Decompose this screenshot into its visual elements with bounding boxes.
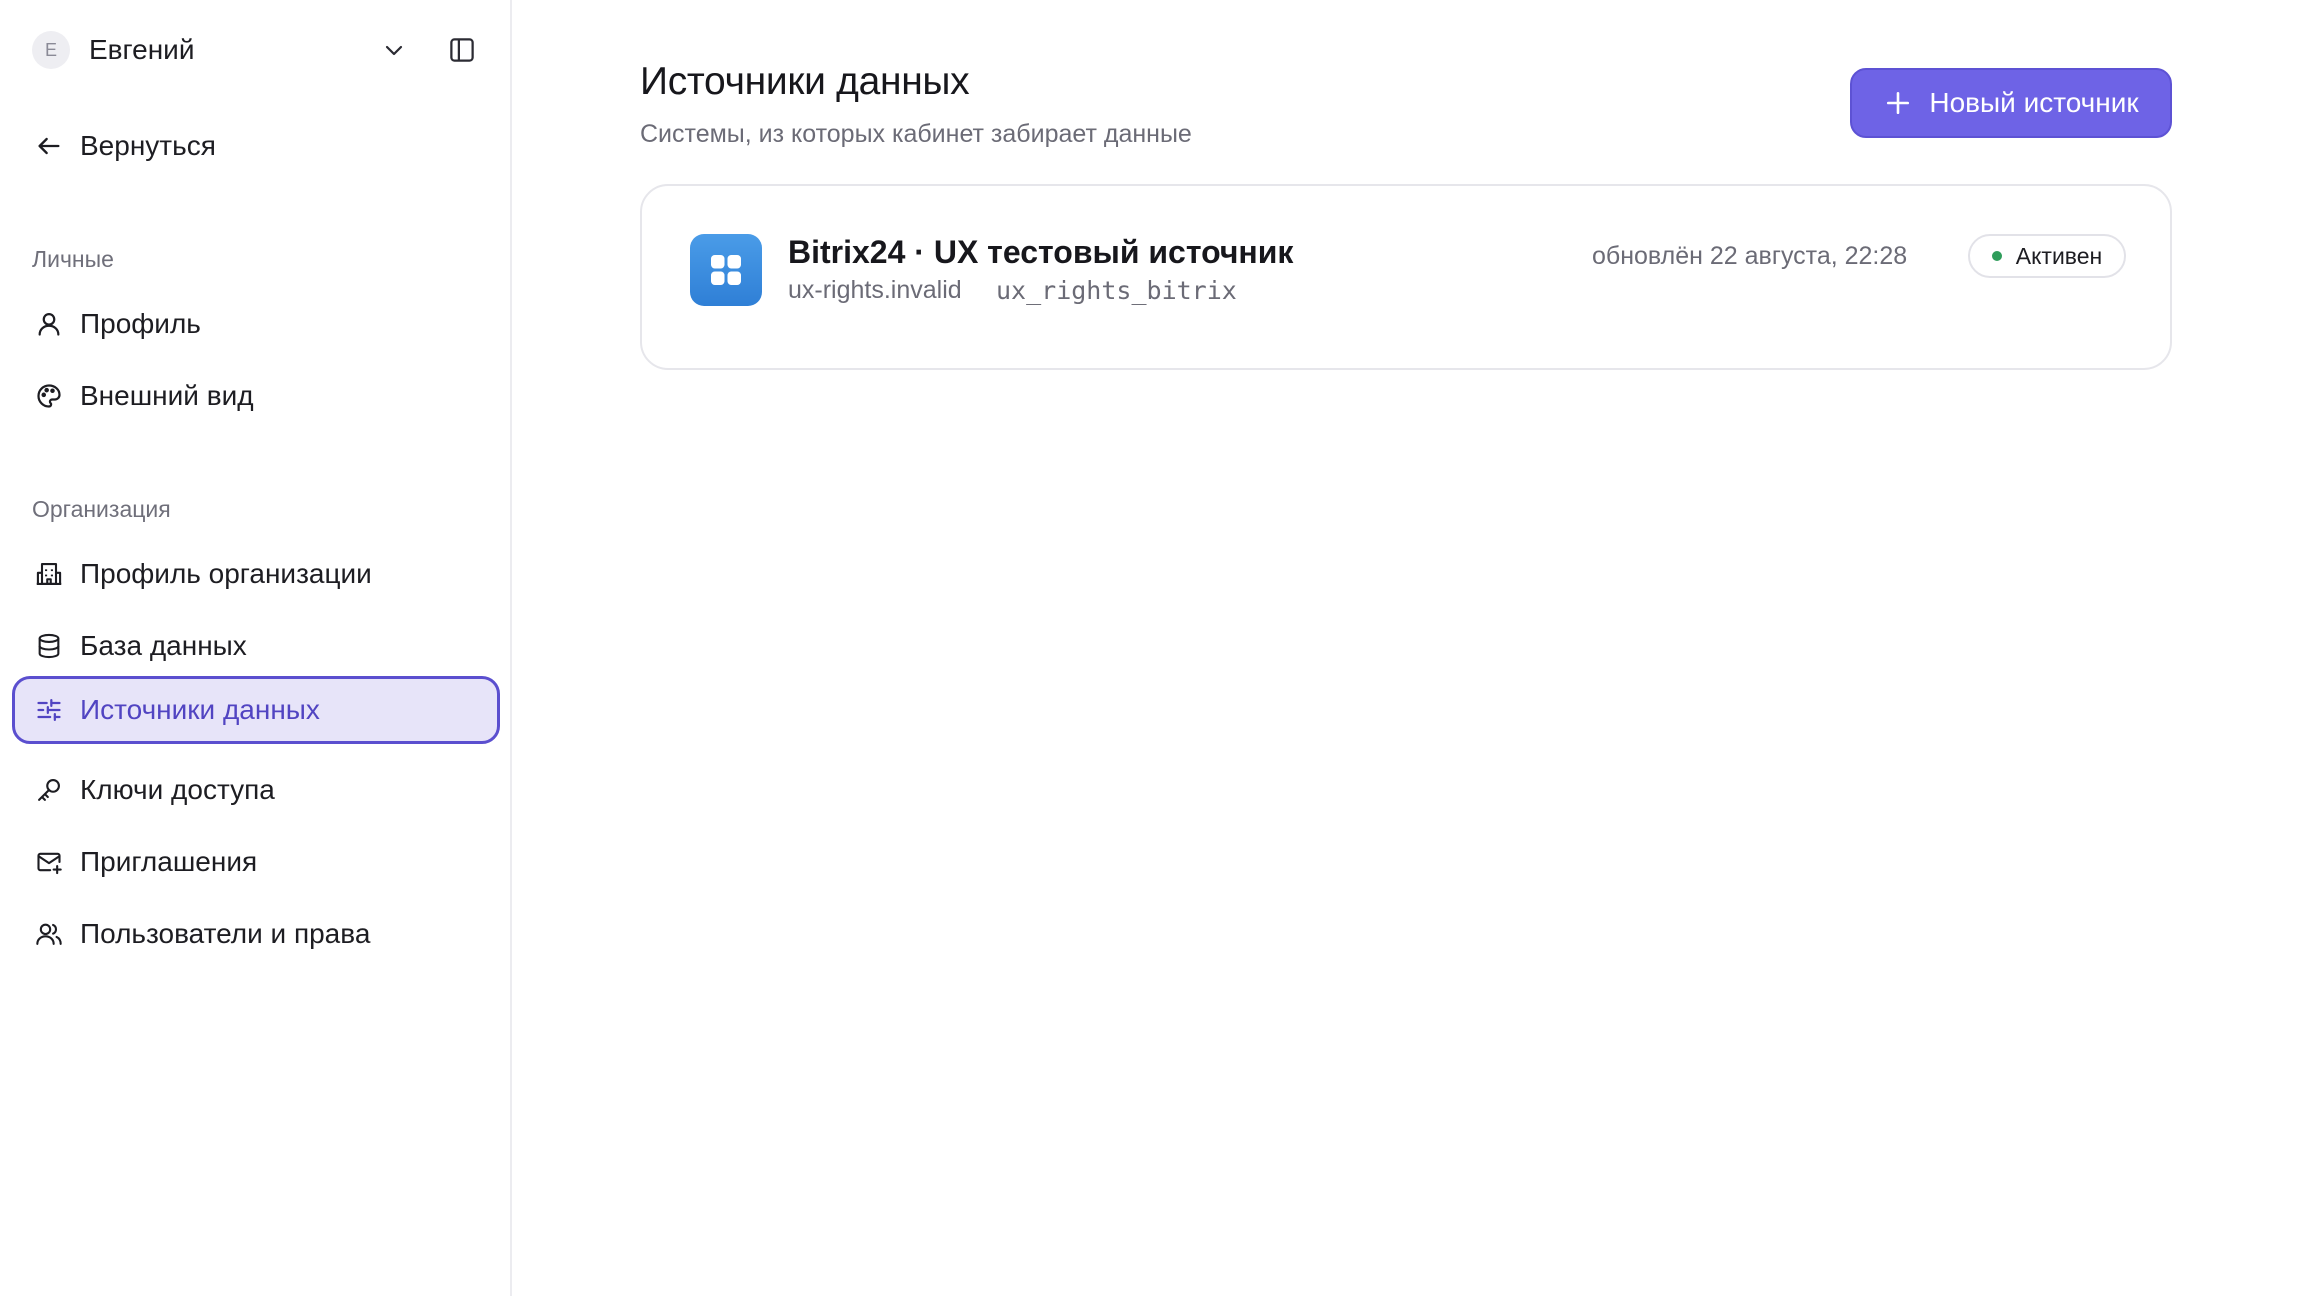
sidebar-item-label: Профиль: [80, 308, 201, 339]
sidebar-toggle-icon[interactable]: [444, 32, 480, 68]
sidebar-item-data-sources[interactable]: Источники данных: [12, 676, 500, 744]
status-label: Активен: [2015, 242, 2103, 269]
source-updated: обновлён 22 августа, 22:28: [1592, 242, 1908, 270]
sidebar-item-users-rights[interactable]: Пользователи и права: [12, 900, 500, 968]
user-name: Евгений: [89, 34, 195, 65]
status-dot-icon: [1991, 251, 2002, 261]
building-icon: [32, 557, 66, 591]
plus-icon: [1883, 88, 1913, 118]
sidebar-item-database[interactable]: База данных: [12, 612, 500, 680]
back-label: Вернуться: [80, 130, 216, 161]
user-icon: [32, 307, 66, 341]
sidebar-item-org-profile[interactable]: Профиль организации: [12, 540, 500, 608]
avatar: Е: [32, 31, 70, 69]
sidebar: Е Евгений Вернуться Личные Профиль Внешн…: [0, 0, 512, 1296]
sidebar-item-profile[interactable]: Профиль: [12, 290, 500, 358]
section-title-personal: Личные: [32, 246, 114, 272]
sidebar-item-access-keys[interactable]: Ключи доступа: [12, 756, 500, 824]
page-title: Источники данных: [640, 60, 970, 103]
users-icon: [32, 917, 66, 951]
source-domain: ux-rights.invalid: [788, 276, 962, 304]
sidebar-item-label: Приглашения: [80, 846, 258, 877]
mail-plus-icon: [32, 845, 66, 879]
sidebar-item-label: Внешний вид: [80, 380, 254, 411]
section-title-organization: Организация: [32, 496, 171, 522]
source-card[interactable]: Bitrix24 · UX тестовый источник ux-right…: [640, 184, 2172, 370]
sidebar-item-label: Ключи доступа: [80, 774, 275, 805]
palette-icon: [32, 379, 66, 413]
bitrix-grid-icon: [690, 234, 762, 306]
source-title: Bitrix24 · UX тестовый источник: [788, 234, 1294, 270]
sidebar-item-label: База данных: [80, 630, 247, 661]
key-icon: [32, 773, 66, 807]
database-icon: [32, 629, 66, 663]
chevron-down-icon[interactable]: [378, 34, 410, 66]
status-badge: Активен: [1968, 234, 2126, 278]
sidebar-item-label: Источники данных: [80, 694, 320, 725]
new-source-label: Новый источник: [1929, 87, 2139, 118]
sidebar-item-label: Пользователи и права: [80, 918, 371, 949]
sidebar-item-label: Профиль организации: [80, 558, 372, 589]
user-switcher[interactable]: Е Евгений: [32, 30, 480, 70]
new-source-button[interactable]: Новый источник: [1850, 68, 2172, 138]
arrow-left-icon: [32, 129, 66, 163]
source-slug: ux_rights_bitrix: [996, 276, 1237, 305]
sliders-icon: [32, 693, 66, 727]
back-link[interactable]: Вернуться: [12, 112, 500, 180]
sidebar-item-appearance[interactable]: Внешний вид: [12, 362, 500, 430]
sidebar-item-invitations[interactable]: Приглашения: [12, 828, 500, 896]
page-subtitle: Системы, из которых кабинет забирает дан…: [640, 120, 1192, 148]
